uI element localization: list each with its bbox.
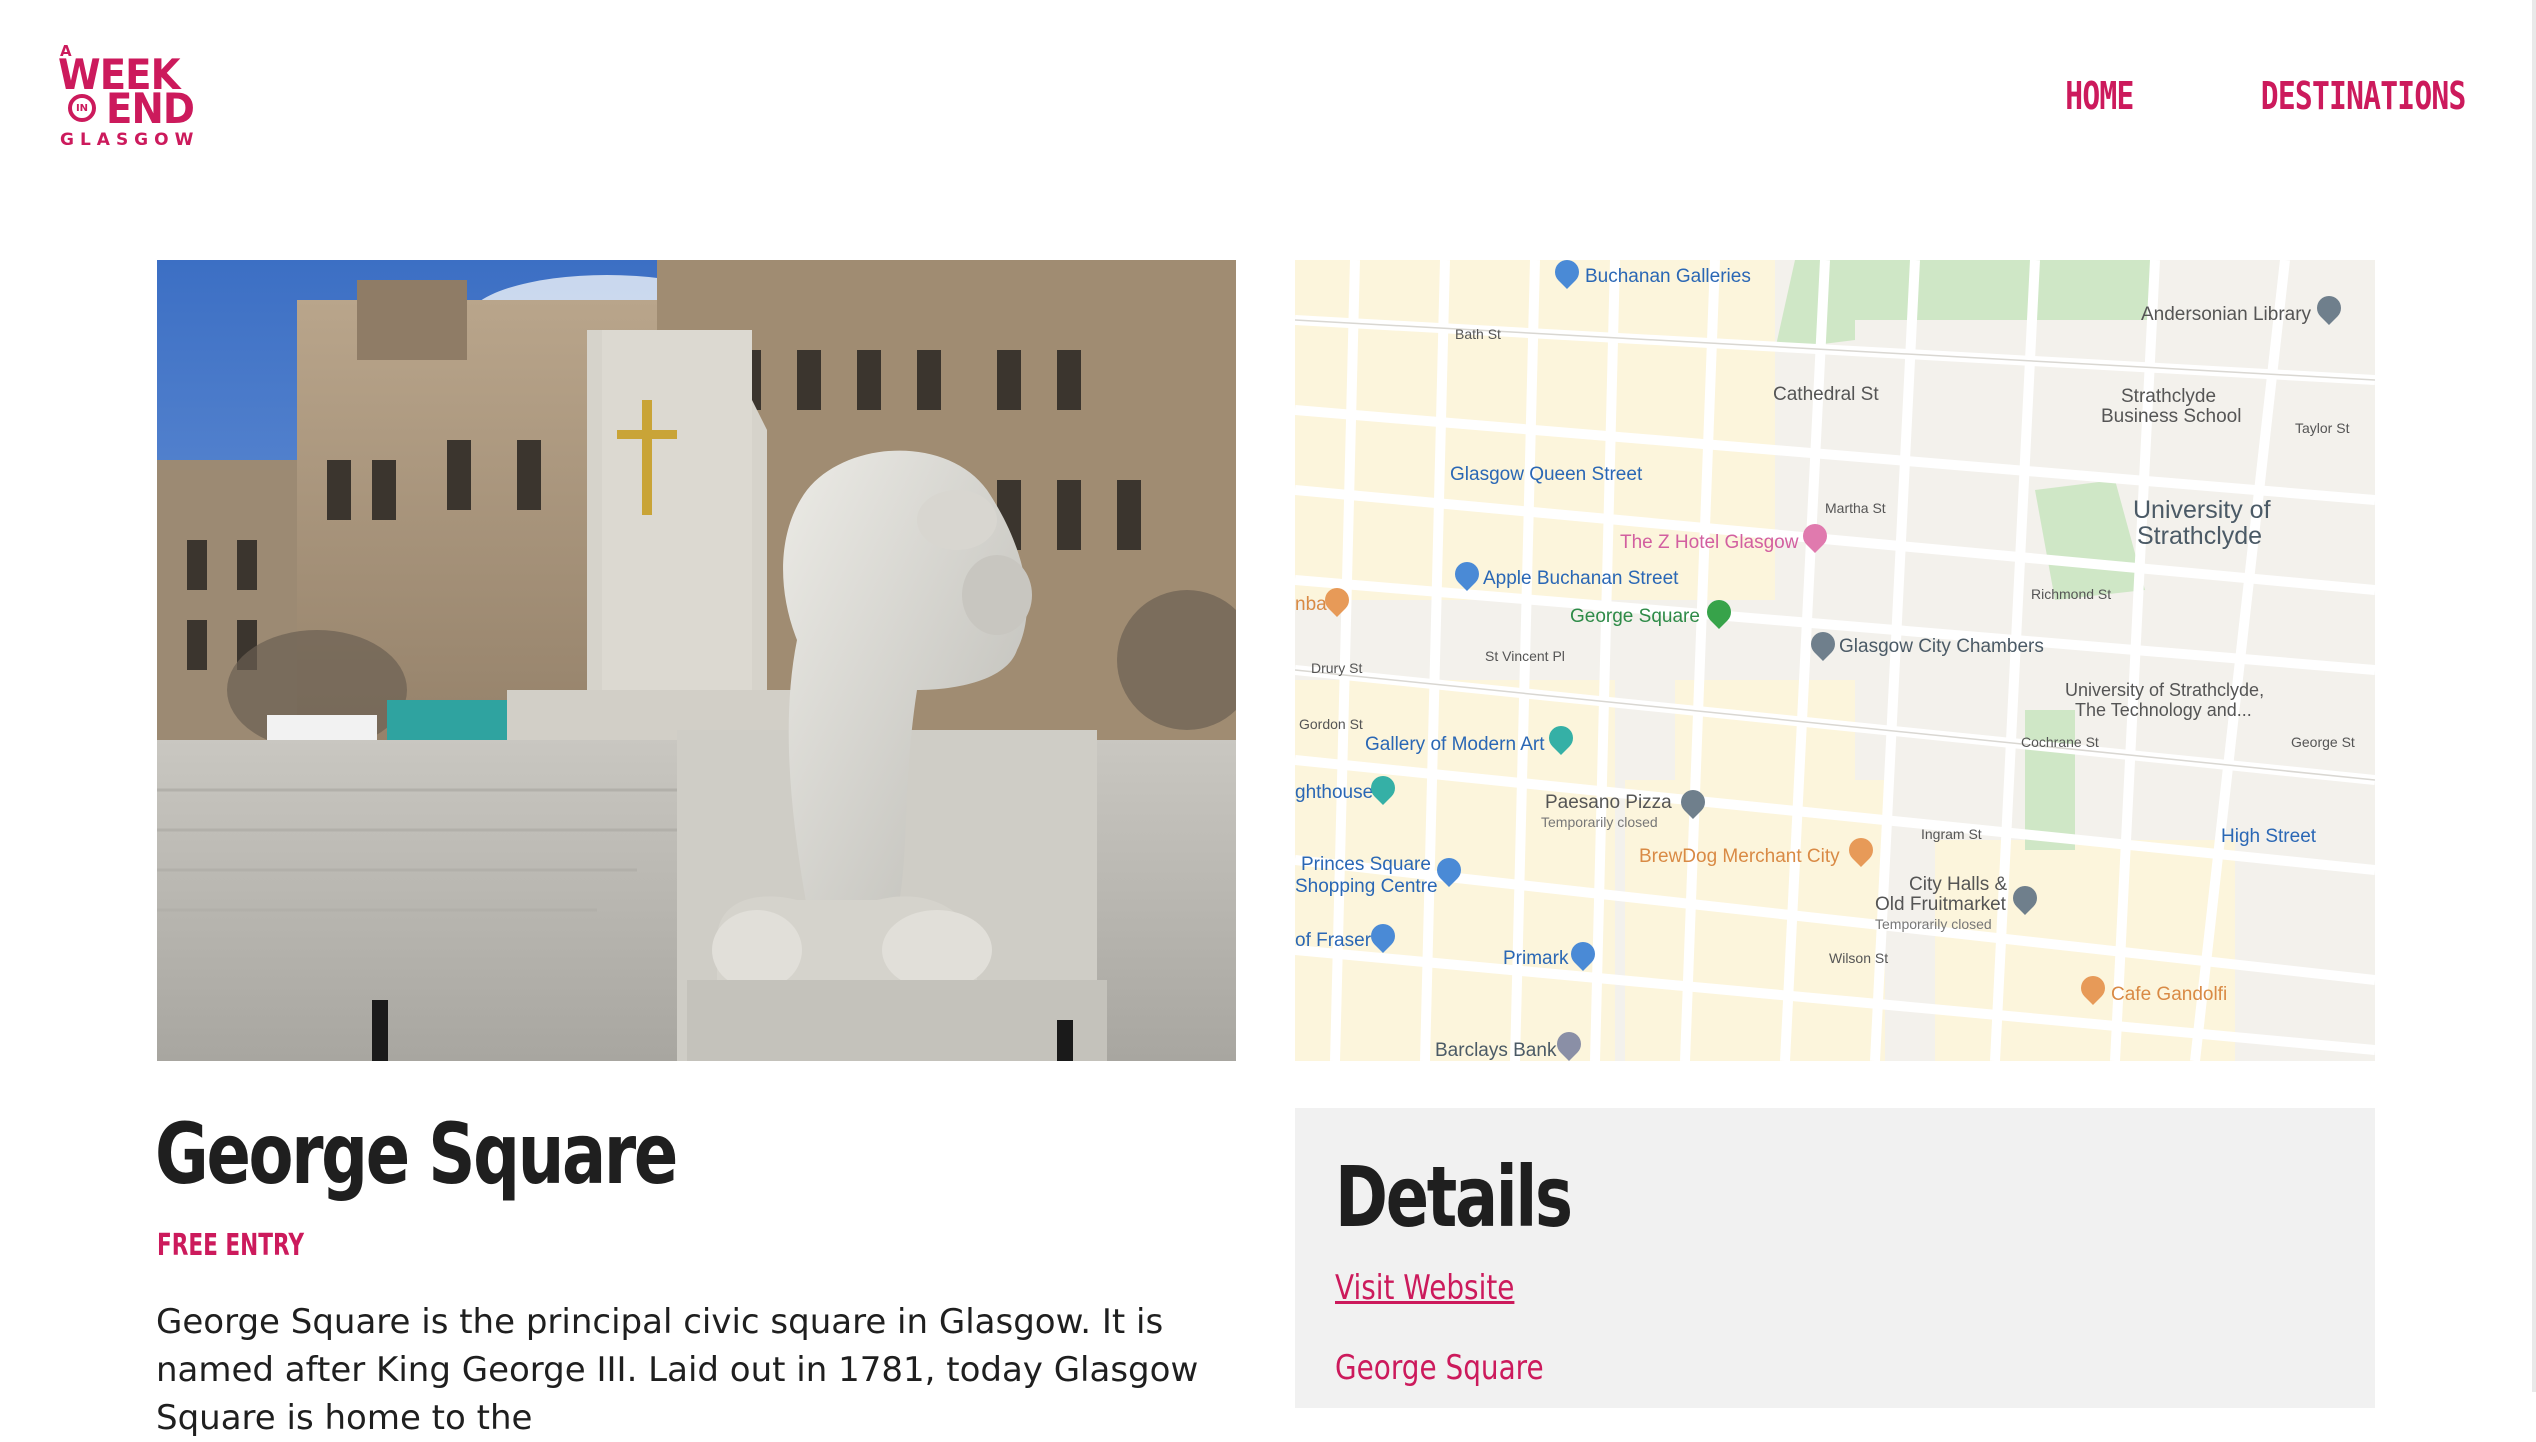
- map-label: Cochrane St: [2021, 734, 2099, 750]
- map-label[interactable]: City Halls &: [1909, 874, 2007, 896]
- map-label: Drury St: [1311, 660, 1363, 676]
- entry-badge: FREE ENTRY: [157, 1228, 305, 1263]
- map-label: Richmond St: [2031, 586, 2112, 602]
- map-label: Martha St: [1825, 500, 1886, 516]
- map-label[interactable]: University of: [2133, 496, 2271, 525]
- map-label[interactable]: Andersonian Library: [2141, 304, 2311, 326]
- map-label[interactable]: ghthouse: [1295, 782, 1373, 804]
- map-label: George St: [2291, 734, 2355, 750]
- page-scrollbar[interactable]: [2532, 0, 2536, 1392]
- logo-end: END: [106, 84, 195, 133]
- nav-home-link[interactable]: HOME: [2065, 74, 2134, 118]
- main-nav: HOME DESTINATIONS: [2046, 74, 2467, 118]
- map-label[interactable]: George Square: [1570, 606, 1700, 628]
- map-label: Strathclyde: [2121, 386, 2217, 407]
- site-logo[interactable]: A WEEK IN END GLASGOW: [58, 44, 208, 150]
- details-panel: Details Visit Website George Square: [1295, 1108, 2375, 1408]
- map-label[interactable]: Apple Buchanan Street: [1483, 568, 1678, 590]
- map-label: Wilson St: [1829, 950, 1889, 966]
- map-streets-icon: [1295, 260, 2375, 1061]
- map-label: Temporarily closed: [1541, 814, 1658, 830]
- map-label[interactable]: Barclays Bank: [1435, 1040, 1556, 1061]
- logo-in-badge: IN: [68, 94, 96, 122]
- map-label[interactable]: BrewDog Merchant City: [1639, 846, 1840, 868]
- map-label[interactable]: Gallery of Modern Art: [1365, 734, 1545, 756]
- page-title: George Square: [155, 1105, 678, 1203]
- map-label[interactable]: Glasgow Queen Street: [1450, 464, 1642, 486]
- photo-george-square-lion-statue-icon: [157, 260, 1236, 1061]
- map-label: Cathedral St: [1773, 384, 1879, 405]
- map-label[interactable]: Paesano Pizza: [1545, 792, 1672, 814]
- address-link[interactable]: George Square: [1335, 1348, 1544, 1388]
- place-description: George Square is the principal civic squ…: [156, 1302, 1199, 1438]
- map-label[interactable]: Old Fruitmarket: [1875, 894, 2006, 916]
- map-label[interactable]: of Fraser: [1295, 930, 1371, 952]
- map-label: Business School: [2101, 406, 2242, 427]
- map-label[interactable]: Cafe Gandolfi: [2111, 984, 2227, 1006]
- map-label[interactable]: The Z Hotel Glasgow: [1620, 532, 1798, 554]
- map-label: Gordon St: [1299, 716, 1363, 732]
- map-label: Temporarily closed: [1875, 916, 1992, 932]
- map-label[interactable]: High Street: [2221, 826, 2316, 848]
- map-label[interactable]: Glasgow City Chambers: [1839, 636, 2044, 658]
- map-label[interactable]: Shopping Centre: [1295, 876, 1438, 898]
- map-label[interactable]: Strathclyde: [2137, 522, 2262, 551]
- map-label[interactable]: Primark: [1503, 948, 1568, 970]
- map-label: Taylor St: [2295, 420, 2350, 436]
- hero-photo: [157, 260, 1236, 1061]
- visit-website-link[interactable]: Visit Website: [1335, 1268, 1514, 1308]
- map-label[interactable]: Buchanan Galleries: [1585, 266, 1751, 288]
- map-label: Ingram St: [1921, 826, 1982, 842]
- details-heading: Details: [1335, 1148, 1573, 1246]
- nav-destinations-link[interactable]: DESTINATIONS: [2261, 74, 2467, 118]
- map-label[interactable]: nba: [1295, 594, 1327, 616]
- map-label: St Vincent Pl: [1485, 648, 1565, 664]
- map-label[interactable]: University of Strathclyde,: [2065, 680, 2264, 701]
- map-label: Bath St: [1455, 326, 1501, 342]
- map-label[interactable]: Princes Square: [1301, 854, 1431, 876]
- logo-city: GLASGOW: [60, 130, 200, 150]
- map-label[interactable]: The Technology and...: [2075, 700, 2252, 721]
- location-map[interactable]: Buchanan Galleries Bath St Cathedral St …: [1295, 260, 2375, 1061]
